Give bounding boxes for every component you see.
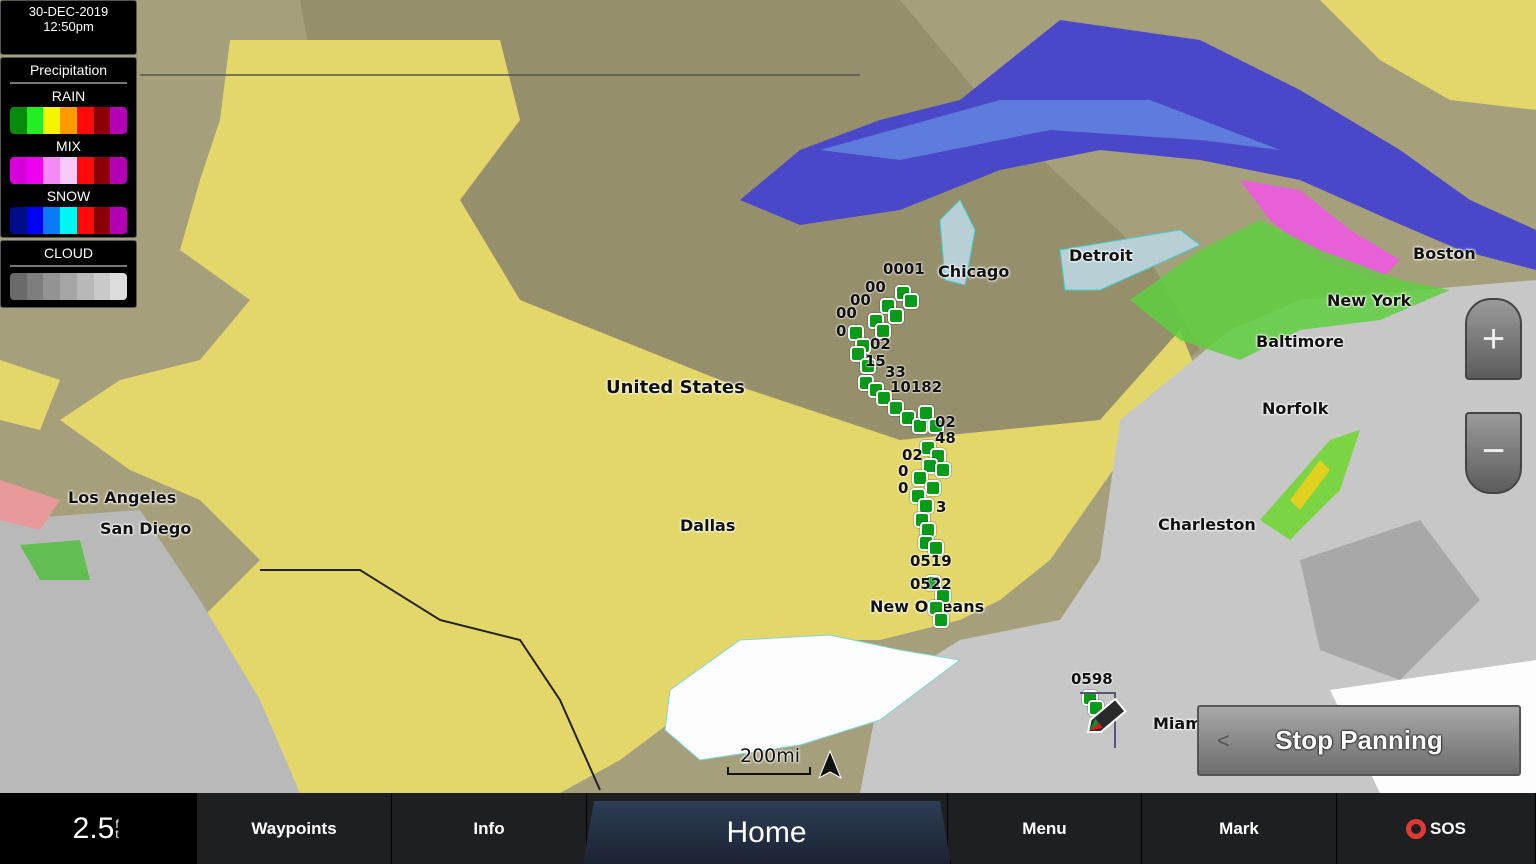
city-label-dallas: Dallas (680, 516, 736, 535)
boat-icon[interactable] (1080, 688, 1140, 748)
legend-swatch (93, 273, 111, 300)
waypoint-label: 15 (865, 352, 886, 370)
city-label-chicago: Chicago (938, 262, 1010, 281)
city-label-charleston: Charleston (1158, 515, 1256, 534)
waypoint-marker[interactable] (888, 308, 904, 324)
legend-swatch (93, 207, 111, 234)
legend-swatch (26, 207, 44, 234)
city-label-detroit: Detroit (1069, 246, 1133, 265)
city-label-boston: Boston (1413, 244, 1476, 263)
bottom-bar: 2.5 ft Waypoints Info Home Menu Mark SOS (0, 793, 1536, 864)
legend-swatch (60, 157, 77, 184)
scale-bar (727, 767, 811, 775)
city-label-new-york: New York (1327, 291, 1412, 310)
datetime-panel: 30-DEC-2019 12:50pm (0, 0, 137, 55)
divider (10, 82, 127, 84)
cloud-legend: CLOUD (0, 240, 137, 308)
legend-swatch (10, 157, 27, 184)
date-label: 30-DEC-2019 (28, 4, 109, 19)
legend-swatch (60, 107, 77, 134)
waypoint-label: 0522 (910, 575, 952, 593)
sos-button[interactable]: SOS (1337, 793, 1536, 864)
legend-swatch (43, 157, 61, 184)
legend-swatch (43, 207, 61, 234)
legend-swatch (76, 273, 94, 300)
legend-swatch (76, 157, 94, 184)
depth-unit: t (115, 826, 119, 841)
legend-swatch (93, 157, 111, 184)
lifebuoy-icon (1406, 818, 1427, 839)
precipitation-legend: Precipitation RAIN MIX SNOW (0, 57, 137, 238)
legend-swatch (26, 107, 44, 134)
sos-label: SOS (1430, 818, 1466, 838)
legend-swatch (110, 273, 127, 300)
mark-button[interactable]: Mark (1142, 793, 1337, 864)
snow-label: SNOW (46, 188, 91, 204)
waypoint-label: 0 (836, 322, 847, 340)
mix-label: MIX (56, 138, 81, 154)
legend-swatch (76, 107, 94, 134)
map-scale: 200mi (725, 745, 811, 775)
waypoint-marker[interactable] (903, 293, 919, 309)
rain-label: RAIN (51, 88, 86, 104)
depth-readout[interactable]: 2.5 ft (0, 793, 197, 864)
city-label-baltimore: Baltimore (1256, 332, 1345, 351)
snow-color-bar (10, 207, 127, 234)
info-button[interactable]: Info (392, 793, 587, 864)
legend-swatch (60, 273, 77, 300)
legend-swatch (43, 107, 61, 134)
legend-swatch (10, 273, 27, 300)
chevron-left-icon: < (1217, 728, 1230, 753)
legend-swatch (93, 107, 111, 134)
waypoint-marker[interactable] (933, 612, 949, 628)
waypoint-label: 3 (936, 498, 947, 516)
waypoint-label: 02 (870, 335, 891, 353)
legend-swatch (26, 157, 44, 184)
city-label-los-angeles: Los Angeles (68, 488, 177, 507)
zoom-out-button[interactable]: − (1465, 412, 1522, 494)
scale-label: 200mi (740, 745, 801, 767)
time-label: 12:50pm (43, 19, 94, 34)
city-label-norfolk: Norfolk (1262, 399, 1329, 418)
waypoint-label: 0001 (883, 260, 925, 278)
cloud-label: CLOUD (43, 245, 93, 261)
waypoint-label: 10182 (890, 378, 943, 396)
waypoint-marker[interactable] (935, 462, 951, 478)
city-label-san-diego: San Diego (100, 519, 192, 538)
home-button[interactable]: Home (583, 801, 951, 864)
legend-swatch (26, 273, 44, 300)
legend-swatch (60, 207, 77, 234)
legend-swatch (76, 207, 94, 234)
stop-panning-label: Stop Panning (1275, 725, 1443, 755)
north-arrow-icon (818, 750, 842, 780)
legend-swatch (110, 107, 127, 134)
rain-color-bar (10, 107, 127, 134)
country-label: United States (606, 377, 745, 398)
waypoint-marker[interactable] (925, 480, 941, 496)
waypoints-button[interactable]: Waypoints (197, 793, 392, 864)
divider (10, 265, 127, 267)
legend-swatch (10, 207, 27, 234)
stop-panning-button[interactable]: < Stop Panning (1197, 705, 1521, 776)
waypoint-label: 0519 (910, 552, 952, 570)
legend-title: Precipitation (29, 62, 108, 78)
depth-value: 2.5 (72, 811, 115, 845)
map-canvas (0, 0, 1536, 793)
legend-swatch (110, 157, 127, 184)
waypoint-label: 00 (836, 304, 857, 322)
waypoint-label: 0598 (1071, 670, 1113, 688)
zoom-in-button[interactable]: + (1465, 298, 1522, 380)
legend-swatch (10, 107, 27, 134)
cloud-color-bar (10, 273, 127, 300)
menu-button[interactable]: Menu (947, 793, 1142, 864)
mix-color-bar (10, 157, 127, 184)
weather-map[interactable]: Chicago Detroit Boston New York Baltimor… (0, 0, 1536, 793)
waypoint-label: 48 (935, 429, 956, 447)
waypoint-label: 0 (898, 462, 909, 480)
legend-swatch (43, 273, 61, 300)
waypoint-label: 0 (898, 479, 909, 497)
legend-swatch (110, 207, 127, 234)
